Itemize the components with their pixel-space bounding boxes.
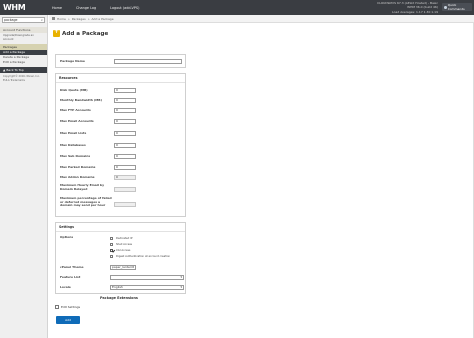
cgi-access-checkbox[interactable] xyxy=(110,249,114,253)
max-failed-percentage-input[interactable] xyxy=(114,202,136,207)
chevron-down-icon: ▾ xyxy=(180,275,182,279)
max-parked-label: Max Parked Domains xyxy=(60,165,96,169)
sidebar-item-upgrade[interactable]: Upgrade/Downgrade an Account xyxy=(0,33,47,42)
resources-header: Resources xyxy=(56,74,185,83)
digest-auth-checkbox[interactable] xyxy=(110,255,114,259)
nav-change-log[interactable]: Change Log xyxy=(76,6,96,10)
breadcrumb-packages[interactable]: Packages xyxy=(72,17,86,21)
edit-settings-checkbox[interactable] xyxy=(55,305,59,309)
max-ftp-label: Max FTP Accounts xyxy=(60,108,91,112)
edit-settings-row: Edit Settings xyxy=(55,305,80,309)
max-email-accounts-input[interactable]: 0 xyxy=(114,119,136,124)
breadcrumb: Home » Packages » Add a Package xyxy=(49,15,474,23)
home-icon[interactable] xyxy=(52,17,55,20)
max-subdomains-input[interactable]: 0 xyxy=(114,154,136,159)
edit-settings-label: Edit Settings xyxy=(61,305,81,309)
disk-quota-input[interactable]: 0 xyxy=(114,88,136,93)
chevron-down-icon: ▾ xyxy=(132,265,134,269)
settings-header: Settings xyxy=(56,223,185,232)
top-bar: WHM Home Change Log Logout (add-VPS) CLO… xyxy=(0,0,474,15)
package-name-input[interactable] xyxy=(114,59,182,64)
sidebar-item-edit-package[interactable]: Edit a Package xyxy=(0,60,47,65)
max-databases-input[interactable]: 0 xyxy=(114,143,136,148)
bandwidth-label: Monthly Bandwidth (MB) xyxy=(60,98,102,102)
disk-quota-label: Disk Quota (MB) xyxy=(60,88,88,92)
breadcrumb-home[interactable]: Home xyxy=(57,17,66,21)
sidebar-search-input[interactable]: package × xyxy=(2,17,45,23)
bandwidth-input[interactable]: 0 xyxy=(114,98,136,103)
chevron-down-icon: ▾ xyxy=(180,285,182,289)
options-label: Options xyxy=(60,235,74,239)
max-email-lists-label: Max Email Lists xyxy=(60,131,87,135)
feature-list-select[interactable]: ▾ xyxy=(110,275,184,280)
max-email-lists-input[interactable]: 0 xyxy=(114,131,136,136)
arrow-up-icon: ▲ xyxy=(3,68,6,73)
cgi-access-label: CGI Access xyxy=(116,249,131,252)
digest-auth-label: Digest Authentication at account creatio… xyxy=(116,255,171,258)
feature-list-label: Feature List xyxy=(60,275,81,279)
locale-select[interactable]: English ▾ xyxy=(110,285,184,290)
max-hourly-email-label: Maximum Hourly Email by Domain Relayed xyxy=(60,183,105,191)
quick-commands-button[interactable]: Quick Commands xyxy=(442,3,472,11)
cpanel-theme-label: cPanel Theme xyxy=(60,265,84,269)
max-databases-label: Max Databases xyxy=(60,143,86,147)
package-name-label: Package Name xyxy=(60,59,85,63)
locale-label: Locale xyxy=(60,285,71,289)
package-name-panel: Package Name xyxy=(55,54,186,68)
max-hourly-email-input[interactable] xyxy=(114,187,136,192)
nav-home[interactable]: Home xyxy=(52,6,62,10)
shell-access-label: Shell Access xyxy=(116,243,133,246)
max-addon-input[interactable]: 0 xyxy=(114,175,136,180)
resources-panel: Resources Disk Quota (MB) 0 Monthly Band… xyxy=(55,73,186,217)
max-addon-label: Max Addon Domains xyxy=(60,175,95,179)
package-extensions-header: Package Extensions xyxy=(100,296,138,300)
dedicated-ip-label: Dedicated IP xyxy=(116,237,133,240)
nav-logout[interactable]: Logout (add-VPS) xyxy=(110,6,139,10)
add-package-icon xyxy=(53,28,60,37)
whm-logo[interactable]: WHM xyxy=(0,0,46,15)
sidebar: package × Account Functions Upgrade/Down… xyxy=(0,15,48,338)
top-nav: Home Change Log Logout (add-VPS) xyxy=(52,6,139,10)
server-info: CLOUDWAYS 67.3 (AELIX Hosted) - Basic WH… xyxy=(377,0,438,14)
settings-panel: Settings Options Dedicated IP Shell Acce… xyxy=(55,222,186,294)
sidebar-footer: Copyright© 2016 cPanel, Inc. EULA Tradem… xyxy=(3,75,40,82)
max-parked-input[interactable]: 0 xyxy=(114,165,136,170)
user-icon xyxy=(444,5,447,9)
breadcrumb-current: Add a Package xyxy=(91,16,114,21)
cpanel-theme-select[interactable]: paper_lantern ▾ xyxy=(110,265,136,270)
max-ftp-input[interactable]: 0 xyxy=(114,108,136,113)
dedicated-ip-checkbox[interactable] xyxy=(110,237,114,241)
shell-access-checkbox[interactable] xyxy=(110,243,114,247)
add-button[interactable]: Add xyxy=(56,316,80,324)
page-title: Add a Package xyxy=(53,28,108,37)
clear-search-icon[interactable]: × xyxy=(40,18,43,22)
max-subdomains-label: Max Sub Domains xyxy=(60,154,91,158)
max-failed-percentage-label: Maximum percentage of failed or deferred… xyxy=(60,196,112,208)
max-email-accounts-label: Max Email Accounts xyxy=(60,119,94,123)
